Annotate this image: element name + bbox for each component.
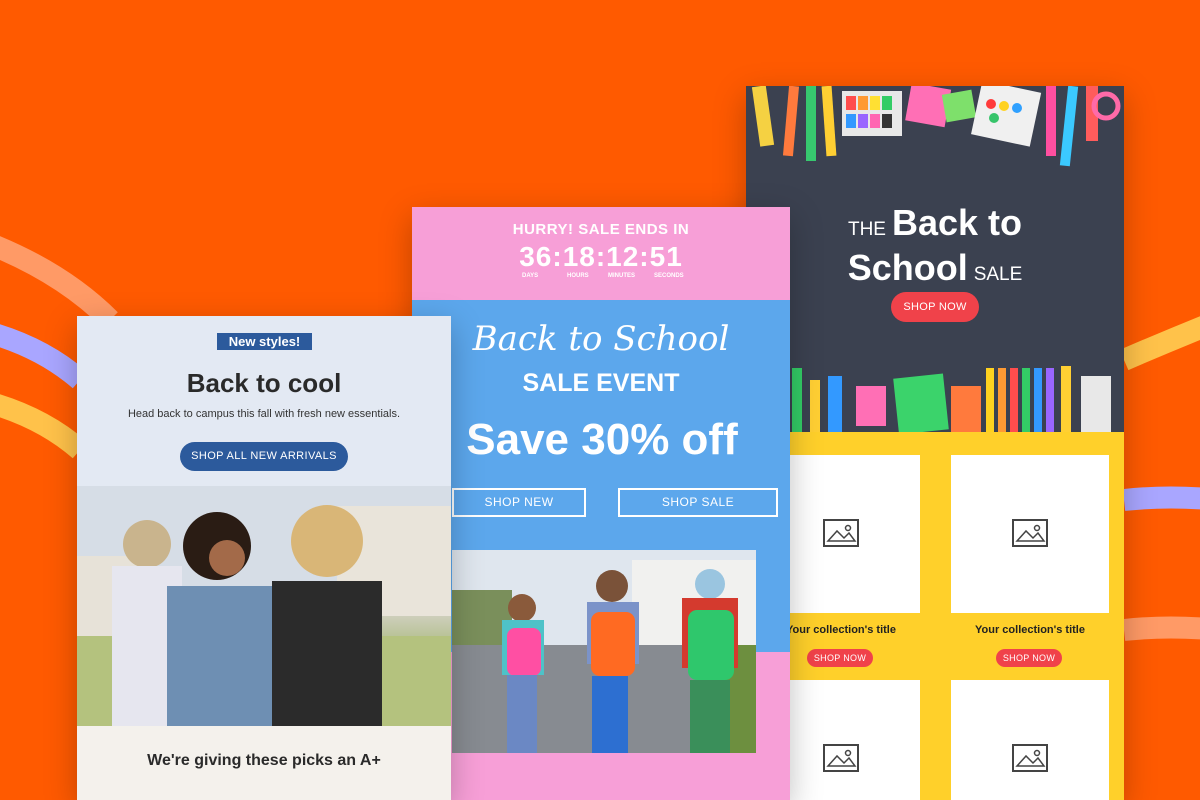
product-title: Your collection's title xyxy=(975,624,1085,636)
script-title: Back to School xyxy=(472,319,730,359)
timer-label-minutes: MINUTES xyxy=(608,273,635,279)
email-template-sale-event[interactable]: HURRY! SALE ENDS IN 36:18:12:51 DAYS HOU… xyxy=(412,207,790,800)
product-shop-now-button[interactable]: SHOP NOW xyxy=(996,649,1062,667)
timer-label-hours: HOURS xyxy=(567,273,589,279)
shop-new-button[interactable]: SHOP NEW xyxy=(452,488,586,517)
product-tile[interactable] xyxy=(951,680,1109,800)
timer-label-days: DAYS xyxy=(522,273,539,279)
product-shop-now-button[interactable]: SHOP NOW xyxy=(807,649,873,667)
shop-sale-button[interactable]: SHOP SALE xyxy=(618,488,778,517)
hero-title-line1: Back to xyxy=(891,202,1023,243)
email-template-back-to-school-sale[interactable]: THE Back to School SALE SHOP NOW Your coll… xyxy=(746,86,1124,800)
product-tile[interactable] xyxy=(951,455,1109,613)
hero-title-line2: School xyxy=(847,247,968,288)
new-styles-badge: New styles! xyxy=(217,333,312,350)
shop-all-new-arrivals-button[interactable]: SHOP ALL NEW ARRIVALS xyxy=(180,442,348,471)
image-placeholder-icon xyxy=(1012,744,1048,772)
email-template-back-to-cool[interactable]: New styles! Back to cool Head back to ca… xyxy=(77,316,451,800)
countdown-timer: 36:18:12:51 xyxy=(519,241,683,272)
hero-sale-text: SALE xyxy=(973,264,1023,285)
friends-photo xyxy=(77,486,451,726)
hero-the-text: THE xyxy=(847,219,886,240)
image-placeholder-icon xyxy=(823,519,859,547)
shop-now-button[interactable]: SHOP NOW xyxy=(891,292,979,322)
hurry-text: HURRY! SALE ENDS IN xyxy=(512,221,690,238)
card-subtitle: Head back to campus this fall with fresh… xyxy=(127,408,401,420)
footer-heading: We're giving these picks an A+ xyxy=(147,752,381,769)
sale-event-heading: SALE EVENT xyxy=(522,369,680,397)
image-placeholder-icon xyxy=(1012,519,1048,547)
countdown-banner: HURRY! SALE ENDS IN 36:18:12:51 DAYS HOU… xyxy=(412,207,790,300)
chalkboard-hero: THE Back to School SALE SHOP NOW xyxy=(746,86,1124,432)
image-placeholder-icon xyxy=(823,744,859,772)
timer-label-seconds: SECONDS xyxy=(654,273,684,279)
discount-headline: Save 30% off xyxy=(466,415,738,464)
kids-backpacks-photo xyxy=(452,550,756,753)
card-title: Back to cool xyxy=(186,368,342,398)
